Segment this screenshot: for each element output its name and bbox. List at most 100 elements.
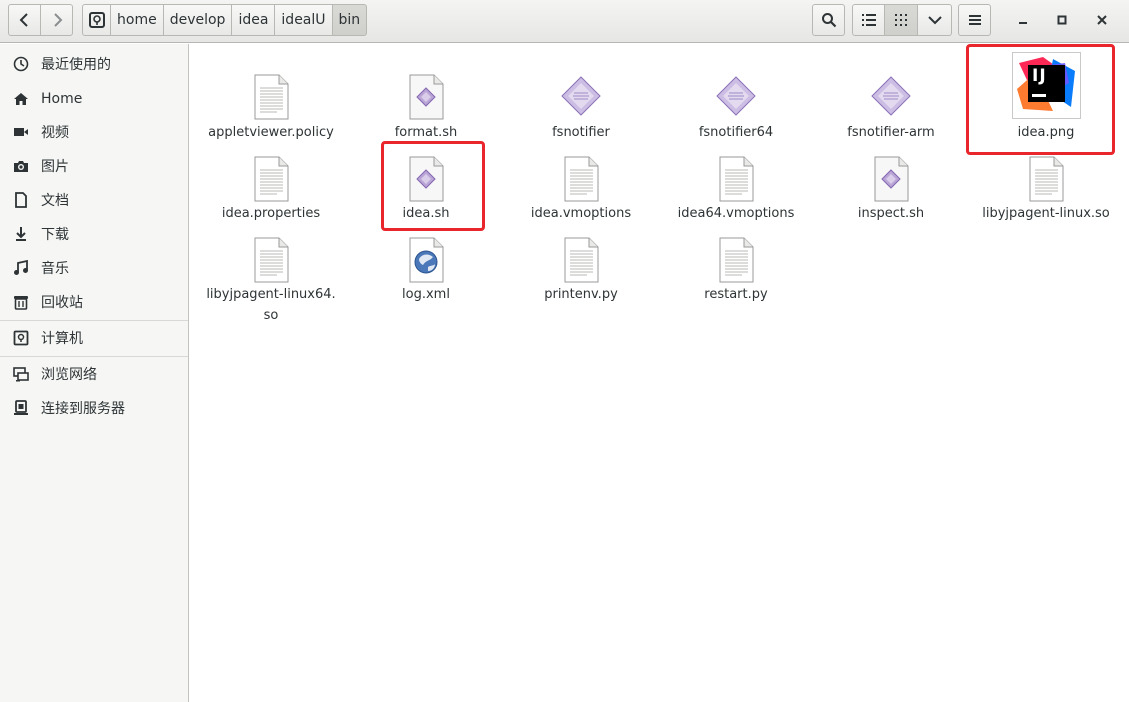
header-bar: home develop idea idealU bin [0, 0, 1129, 43]
minimize-button[interactable] [1011, 8, 1035, 32]
close-icon [1097, 15, 1107, 25]
file-view: appletviewer.policy format.sh fsnotifier… [190, 44, 1129, 702]
view-options-button[interactable] [917, 4, 952, 36]
sidebar-item-label: 视频 [41, 125, 69, 141]
list-view-button[interactable] [852, 4, 885, 36]
grid-view-button[interactable] [884, 4, 918, 36]
forward-button[interactable] [40, 4, 73, 36]
sidebar-item-music[interactable]: 音乐 [0, 253, 188, 283]
file-item[interactable]: idea.properties [196, 156, 346, 228]
file-name-line2: so [263, 308, 279, 323]
file-item[interactable]: restart.py [661, 237, 811, 309]
file-name: restart.py [704, 287, 768, 302]
file-item[interactable]: idea.vmoptions [506, 156, 656, 228]
sidebar-item-downloads[interactable]: 下载 [0, 219, 188, 249]
sidebar-item-home[interactable]: Home [0, 84, 188, 114]
text-file-icon [251, 74, 291, 120]
executable-file-icon [561, 74, 601, 120]
text-file-icon [716, 156, 756, 202]
file-name: idea64.vmoptions [677, 206, 795, 221]
text-file-icon [561, 156, 601, 202]
chevron-down-icon [927, 16, 942, 25]
sidebar-item-label: Home [41, 91, 83, 107]
file-name: libyjpagent-linux.so [982, 206, 1110, 221]
file-name: idea.vmoptions [530, 206, 632, 221]
sidebar-item-label: 浏览网络 [41, 367, 97, 383]
places-sidebar: 最近使用的 Home 视频 图片 文档 下载 音乐 回收站 计算机 浏览网络 连… [0, 44, 189, 702]
script-file-icon [871, 156, 911, 202]
breadcrumb-toggle-location-button[interactable] [82, 4, 111, 36]
sidebar-item-computer[interactable]: 计算机 [0, 323, 188, 353]
sidebar-item-pictures[interactable]: 图片 [0, 151, 188, 181]
sidebar-item-videos[interactable]: 视频 [0, 117, 188, 147]
file-item[interactable]: appletviewer.policy [196, 74, 346, 146]
text-file-icon [251, 237, 291, 283]
file-item[interactable]: libyjpagent-linux64. so [196, 237, 346, 329]
file-name: idea.properties [221, 206, 321, 221]
executable-file-icon [716, 74, 756, 120]
file-item[interactable]: format.sh [351, 74, 501, 146]
breadcrumb-idea[interactable]: idea [232, 4, 276, 36]
file-item[interactable]: fsnotifier [506, 74, 656, 146]
file-item[interactable]: idea64.vmoptions [661, 156, 811, 228]
video-icon [12, 123, 30, 141]
sidebar-item-label: 回收站 [41, 295, 83, 311]
network-icon [12, 365, 30, 383]
sidebar-item-label: 计算机 [41, 331, 83, 347]
download-icon [12, 225, 30, 243]
text-file-icon [561, 237, 601, 283]
sidebar-separator [0, 356, 188, 357]
chevron-right-icon [53, 13, 62, 27]
sidebar-item-connect-server[interactable]: 连接到服务器 [0, 393, 188, 423]
sidebar-item-recent[interactable]: 最近使用的 [0, 49, 188, 79]
file-name: fsnotifier64 [698, 125, 774, 140]
file-name: fsnotifier-arm [847, 125, 935, 140]
music-icon [12, 259, 30, 277]
sidebar-item-label: 下载 [41, 227, 69, 243]
executable-file-icon [871, 74, 911, 120]
file-name: format.sh [394, 125, 458, 140]
computer-icon [12, 329, 30, 347]
maximize-button[interactable] [1050, 8, 1074, 32]
grid-view-icon [895, 14, 907, 26]
file-item[interactable]: fsnotifier-arm [816, 74, 966, 146]
close-button[interactable] [1090, 8, 1114, 32]
file-item[interactable]: libyjpagent-linux.so [971, 156, 1121, 228]
server-icon [12, 399, 30, 417]
sidebar-item-documents[interactable]: 文档 [0, 185, 188, 215]
text-file-icon [716, 237, 756, 283]
chevron-left-icon [19, 13, 28, 27]
menu-button[interactable] [958, 4, 991, 36]
sidebar-item-label: 最近使用的 [41, 57, 111, 73]
recent-icon [12, 55, 30, 73]
back-button[interactable] [8, 4, 41, 36]
breadcrumb-bin[interactable]: bin [332, 4, 368, 36]
file-item[interactable]: inspect.sh [816, 156, 966, 228]
file-name: printenv.py [544, 287, 618, 302]
camera-icon [12, 157, 30, 175]
file-item[interactable]: printenv.py [506, 237, 656, 309]
breadcrumb: home develop idea idealU bin [82, 4, 368, 36]
file-name: fsnotifier [552, 125, 610, 140]
sidebar-item-label: 文档 [41, 193, 69, 209]
breadcrumb-home[interactable]: home [111, 4, 164, 36]
file-item[interactable]: fsnotifier64 [661, 74, 811, 146]
location-icon [88, 12, 105, 28]
sidebar-item-trash[interactable]: 回收站 [0, 287, 188, 317]
xml-file-icon [406, 237, 446, 283]
text-file-icon [1026, 156, 1066, 202]
home-icon [12, 90, 30, 108]
sidebar-item-label: 音乐 [41, 261, 69, 277]
search-button[interactable] [812, 4, 845, 36]
breadcrumb-idealu[interactable]: idealU [275, 4, 333, 36]
script-file-icon [406, 74, 446, 120]
breadcrumb-develop[interactable]: develop [163, 4, 233, 36]
highlight-box-idea-png [966, 44, 1115, 155]
hamburger-menu-icon [968, 15, 981, 25]
file-item[interactable]: log.xml [351, 237, 501, 309]
file-name: appletviewer.policy [208, 125, 334, 140]
sidebar-item-label: 连接到服务器 [41, 401, 125, 417]
text-file-icon [251, 156, 291, 202]
sidebar-item-label: 图片 [41, 159, 69, 175]
sidebar-item-network[interactable]: 浏览网络 [0, 359, 188, 389]
